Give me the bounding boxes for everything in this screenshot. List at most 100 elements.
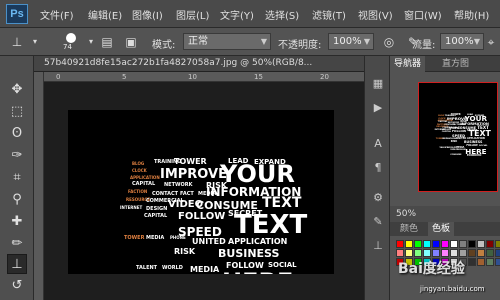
- quick-selection-tool-icon[interactable]: ✑: [7, 146, 27, 166]
- navigator-zoom[interactable]: 50%: [390, 206, 500, 222]
- history-panel-icon[interactable]: ▦: [370, 76, 386, 92]
- color-swatch[interactable]: [396, 240, 404, 248]
- chevron-down-icon: ▼: [260, 37, 267, 46]
- tab-color[interactable]: 颜色: [396, 222, 422, 236]
- word-cloud-word: WORLD: [162, 265, 183, 271]
- color-swatch[interactable]: [495, 240, 500, 248]
- color-swatch[interactable]: [486, 249, 494, 257]
- mode-dropdown[interactable]: 正常 ▼: [183, 33, 271, 50]
- canvas-image[interactable]: TOWER LEAD EXPAND BLOG TRAINING IMPROVE YOUR CL…: [68, 110, 334, 274]
- color-swatch[interactable]: [450, 249, 458, 257]
- thumbnail-word: DESIGN: [456, 149, 466, 151]
- color-swatch[interactable]: [423, 249, 431, 257]
- brush-panel-icon[interactable]: ▤: [98, 33, 116, 51]
- tab-histogram[interactable]: 直方图: [438, 56, 473, 72]
- opacity-input[interactable]: 100% ▼: [328, 33, 374, 50]
- color-swatch[interactable]: [414, 249, 422, 257]
- play-action-icon[interactable]: ▶: [370, 100, 386, 116]
- clone-source-panel-icon[interactable]: ⊥: [370, 238, 386, 254]
- tool-presets-icon[interactable]: ⚙: [370, 190, 386, 206]
- color-swatch[interactable]: [441, 249, 449, 257]
- menu-type[interactable]: 文字(Y): [220, 7, 254, 22]
- color-swatch[interactable]: [468, 240, 476, 248]
- zoom-value: 50%: [396, 209, 417, 219]
- word-cloud-word: HERE: [222, 270, 293, 274]
- menu-view[interactable]: 视图(V): [358, 7, 393, 22]
- color-swatch[interactable]: [486, 240, 494, 248]
- photoshop-logo[interactable]: Ps: [6, 4, 28, 24]
- menu-image[interactable]: 图像(I): [132, 7, 163, 22]
- menu-edit[interactable]: 编辑(E): [88, 7, 122, 22]
- brush-tool-icon[interactable]: ✏: [7, 234, 27, 254]
- menu-help[interactable]: 帮助(H): [454, 7, 489, 22]
- thumbnail-word: CONSUME: [450, 154, 462, 157]
- stamp-tool-preset-icon[interactable]: ⊥: [8, 33, 26, 51]
- word-cloud-word: TALENT: [136, 265, 158, 271]
- color-swatch[interactable]: [459, 240, 467, 248]
- word-cloud-word: APPLICATION: [228, 237, 288, 246]
- menu-filter[interactable]: 滤镜(T): [312, 7, 346, 22]
- pressure-opacity-icon[interactable]: ◎: [380, 33, 398, 51]
- word-cloud-word: BLOG: [132, 161, 145, 166]
- word-cloud-word: YOUR: [220, 160, 295, 188]
- chevron-down-icon: ▼: [363, 37, 370, 46]
- word-cloud-word: FOLLOW: [178, 211, 226, 222]
- panel-dock-icons: ▦ ▶ A ¶ ⚙ ✎ ⊥: [364, 56, 390, 300]
- color-swatch[interactable]: [405, 240, 413, 248]
- clone-stamp-tool-icon[interactable]: ⊥: [7, 254, 27, 274]
- color-swatch[interactable]: [468, 258, 476, 266]
- color-swatch[interactable]: [477, 240, 485, 248]
- tab-swatches[interactable]: 色板: [428, 222, 455, 236]
- clone-source-icon[interactable]: ▣: [122, 33, 140, 51]
- tools-panel: ✥ ⬚ ʘ ✑ ⌗ ⚲ ✚ ✏ ⊥ ↺: [0, 56, 34, 300]
- color-swatch[interactable]: [468, 249, 476, 257]
- healing-brush-tool-icon[interactable]: ✚: [7, 212, 27, 232]
- brush-presets-icon[interactable]: ✎: [370, 214, 386, 230]
- menu-layer[interactable]: 图层(L): [176, 7, 209, 22]
- word-cloud-word: TRAINING: [154, 159, 182, 165]
- opacity-value: 100%: [333, 36, 362, 47]
- color-swatch[interactable]: [450, 240, 458, 248]
- color-swatch[interactable]: [396, 249, 404, 257]
- navigator-thumbnail[interactable]: TOWER LEAD EXPAND BLOG TRAINING IMPROVE YOUR CL…: [418, 82, 498, 192]
- document-title: 57b40921d8fe15ac272b1fa4827058a7.jpg @ 5…: [44, 58, 313, 68]
- color-swatch[interactable]: [405, 249, 413, 257]
- opacity-label: 不透明度:: [278, 40, 322, 51]
- move-tool-icon[interactable]: ✥: [7, 80, 27, 100]
- navigator-tabs: 导航器 直方图: [390, 56, 500, 72]
- color-swatch[interactable]: [477, 258, 485, 266]
- word-cloud-word: UNITED: [192, 237, 226, 246]
- vertical-ruler: [34, 72, 44, 300]
- history-brush-tool-icon[interactable]: ↺: [7, 276, 27, 296]
- word-cloud-word: RISK: [174, 247, 196, 256]
- color-swatch[interactable]: [432, 249, 440, 257]
- lasso-tool-icon[interactable]: ʘ: [7, 124, 27, 144]
- color-swatch[interactable]: [423, 240, 431, 248]
- menu-file[interactable]: 文件(F): [40, 7, 74, 22]
- airbrush-toggle-icon[interactable]: ⌖: [484, 33, 498, 51]
- preset-dropdown-arrow-icon[interactable]: ▾: [26, 33, 44, 51]
- brush-size-picker[interactable]: 74: [60, 32, 82, 52]
- color-swatch[interactable]: [495, 249, 500, 257]
- color-swatch[interactable]: [441, 240, 449, 248]
- menu-window[interactable]: 窗口(W): [404, 7, 442, 22]
- paragraph-panel-icon[interactable]: ¶: [370, 160, 386, 176]
- navigator-panel: 导航器 直方图 TOWER LEAD EXPAND BLOG TRAINING IMPRO…: [390, 56, 500, 206]
- color-swatch[interactable]: [459, 249, 467, 257]
- color-swatch[interactable]: [414, 240, 422, 248]
- menu-select[interactable]: 选择(S): [265, 7, 299, 22]
- color-swatch[interactable]: [432, 240, 440, 248]
- brush-size-value: 74: [63, 43, 72, 51]
- document-tab[interactable]: 57b40921d8fe15ac272b1fa4827058a7.jpg @ 5…: [34, 56, 364, 72]
- color-swatch[interactable]: [495, 258, 500, 266]
- crop-tool-icon[interactable]: ⌗: [7, 168, 27, 188]
- character-panel-icon[interactable]: A: [370, 136, 386, 152]
- tab-navigator[interactable]: 导航器: [390, 56, 426, 72]
- mode-label: 模式:: [152, 40, 176, 51]
- flow-input[interactable]: 100% ▼: [440, 33, 484, 50]
- color-swatch[interactable]: [477, 249, 485, 257]
- marquee-tool-icon[interactable]: ⬚: [7, 102, 27, 122]
- eyedropper-tool-icon[interactable]: ⚲: [7, 190, 27, 210]
- color-swatch[interactable]: [486, 258, 494, 266]
- word-cloud-word: FACT: [180, 191, 194, 197]
